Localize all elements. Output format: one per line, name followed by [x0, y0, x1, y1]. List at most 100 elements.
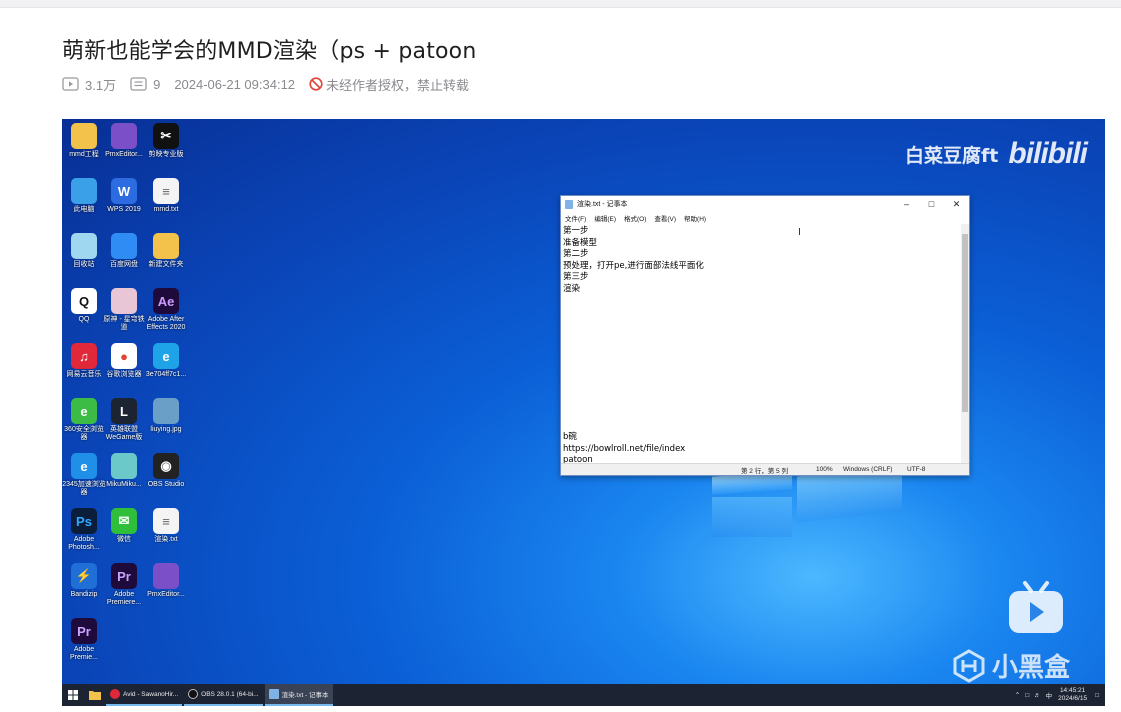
network-icon[interactable]: □ — [1025, 692, 1029, 699]
netease-music-icon: ♫ — [71, 343, 97, 369]
notepad-titlebar[interactable]: 渲染.txt - 记事本 – □ ✕ — [561, 196, 969, 212]
blank-space — [563, 295, 961, 432]
desktop-icon[interactable]: ⚡ Bandizip — [62, 563, 106, 599]
windows-taskbar: Avid - SawanoHir... OBS 28.0.1 (64-bi...… — [62, 684, 1105, 706]
desktop-icon-label: 英雄联盟WeGame版 — [105, 426, 143, 441]
desktop-icon[interactable]: ✉ 微信 — [102, 508, 146, 544]
text-cursor-icon: I — [798, 227, 801, 238]
desktop-icon[interactable]: ● 谷歌浏览器 — [102, 343, 146, 379]
desktop-icon-label: 微信 — [117, 536, 131, 543]
desktop-icon[interactable]: Pr Adobe Premiere... — [102, 563, 146, 607]
desktop-icon[interactable]: ✂ 剪映专业版 — [144, 123, 188, 159]
maximize-icon[interactable]: □ — [919, 199, 944, 210]
uploader-name: 白菜豆腐ft — [904, 144, 999, 167]
text-line: 渲染 — [563, 283, 581, 294]
desktop-icon[interactable]: Ps Adobe Photosh... — [62, 508, 106, 552]
wallpaper-light — [712, 497, 792, 537]
ime-indicator[interactable]: 中 — [1046, 690, 1053, 700]
scrollbar-thumb[interactable] — [962, 234, 968, 412]
desktop-icon[interactable]: 新建文件夹 — [144, 233, 188, 269]
play-button-icon[interactable] — [1007, 579, 1065, 635]
computer-icon — [71, 178, 97, 204]
desktop-icon[interactable]: e 360安全浏览器 — [62, 398, 106, 442]
taskbar-item-obs[interactable]: OBS 28.0.1 (64-bi... — [184, 684, 263, 706]
desktop-icon[interactable]: PmxEditor... — [102, 123, 146, 159]
menu-view[interactable]: 查看(V) — [654, 213, 676, 223]
qq-icon: Q — [71, 288, 97, 314]
taskbar-item-notepad[interactable]: 渲染.txt - 记事本 — [264, 684, 333, 706]
notepad-title: 渲染.txt - 记事本 — [577, 201, 628, 208]
desktop-icon[interactable]: ♫ 网易云音乐 — [62, 343, 106, 379]
desktop-icon-label: MikuMiku... — [106, 481, 142, 488]
video-frame[interactable]: mmd工程 PmxEditor... ✂ 剪映专业版 此电脑 W WPS 2019 ≡ mmd.… — [62, 119, 1105, 706]
photoshop-icon: Ps — [71, 508, 97, 534]
comments-stat[interactable]: 9 — [130, 77, 160, 92]
desktop-icon-label: Adobe Premiere... — [106, 591, 142, 606]
desktop-icon[interactable]: Q QQ — [62, 288, 106, 324]
desktop-icon-label: 渲染.txt — [154, 536, 178, 543]
desktop-icon[interactable]: e 2345加速浏览器 — [62, 453, 106, 497]
status-encoding: UTF-8 — [907, 466, 926, 473]
text-line: 预处理，打开pe,进行面部法线平面化 — [563, 260, 704, 271]
text-line: 准备模型 — [563, 237, 598, 248]
desktop-icon[interactable]: liuying.jpg — [144, 398, 188, 434]
windows-logo-icon — [68, 690, 78, 700]
menu-format[interactable]: 格式(O) — [624, 213, 646, 223]
prohibited-icon — [309, 77, 323, 91]
close-icon[interactable]: ✕ — [944, 199, 969, 210]
publish-datetime: 2024-06-21 09:34:12 — [174, 76, 296, 92]
article-title: 萌新也能学会的MMD渲染（ps + patoon — [62, 39, 477, 64]
taskbar-item-avid[interactable]: Avid - SawanoHir... — [106, 684, 183, 706]
folder-icon — [153, 233, 179, 259]
desktop-icon-label: 360安全浏览器 — [64, 426, 104, 441]
desktop-icon-label: liuying.jpg — [150, 426, 182, 433]
desktop-icon[interactable]: Pr Adobe Premie... — [62, 618, 106, 662]
menu-help[interactable]: 帮助(H) — [684, 213, 706, 223]
desktop-icon[interactable]: 回收站 — [62, 233, 106, 269]
pmx-icon — [111, 123, 137, 149]
desktop-icon[interactable]: PmxEditor... — [144, 563, 188, 599]
notepad-window[interactable]: 渲染.txt - 记事本 – □ ✕ 文件(F) 编辑(E) 格式(O) 查看(… — [560, 195, 970, 476]
minimize-icon[interactable]: – — [894, 199, 919, 210]
recycle-bin-icon — [71, 233, 97, 259]
text-line: https://bowlroll.net/file/index — [563, 443, 686, 454]
volume-icon[interactable]: ♬ — [1034, 692, 1041, 699]
chevron-up-icon[interactable]: ⌃ — [1015, 691, 1020, 699]
copyright-text: 未经作者授权，禁止转载 — [326, 77, 470, 93]
notification-icon[interactable]: □ — [1095, 692, 1099, 699]
desktop-icon[interactable]: 百度网盘 — [102, 233, 146, 269]
heybox-text: 小黑盒 — [992, 653, 1071, 683]
desktop-icon[interactable]: mmd工程 — [62, 123, 106, 159]
capcut-icon: ✂ — [153, 123, 179, 149]
desktop-icon-label: 新建文件夹 — [148, 261, 184, 268]
menu-edit[interactable]: 编辑(E) — [594, 213, 616, 223]
desktop-icon[interactable]: e 3e704ff7c1... — [144, 343, 188, 379]
desktop-icon[interactable]: ≡ mmd.txt — [144, 178, 188, 214]
desktop-icon-label: Adobe After Effects 2020 — [146, 316, 186, 331]
article-meta: 3.1万 9 2024-06-21 09:34:12 未经作者授权，禁止转载 — [62, 74, 483, 94]
desktop-icon[interactable]: Ae Adobe After Effects 2020 — [144, 288, 188, 332]
desktop-icon[interactable]: W WPS 2019 — [102, 178, 146, 214]
desktop-icon-label: mmd工程 — [69, 151, 99, 158]
notepad-text-area[interactable]: 第一步 准备模型 第二步 预处理，打开pe,进行面部法线平面化 第三步 渲染 b… — [561, 224, 963, 465]
pmx-icon — [153, 563, 179, 589]
desktop-icon[interactable]: ≡ 渲染.txt — [144, 508, 188, 544]
play-count-icon — [62, 77, 79, 91]
file-explorer-button[interactable] — [84, 684, 106, 706]
views-stat: 3.1万 — [62, 75, 116, 94]
clock-date: 2024/6/15 — [1058, 695, 1088, 702]
desktop-icon[interactable]: 此电脑 — [62, 178, 106, 214]
desktop-icon[interactable]: MikuMiku... — [102, 453, 146, 489]
obs-icon: ◉ — [153, 453, 179, 479]
start-button[interactable] — [62, 684, 84, 706]
desktop-icon-label: 此电脑 — [73, 206, 95, 213]
menu-file[interactable]: 文件(F) — [565, 213, 586, 223]
clock[interactable]: 14:45:21 2024/6/15 — [1058, 687, 1087, 703]
desktop-icon[interactable]: ◉ OBS Studio — [144, 453, 188, 489]
taskbar-item-label: OBS 28.0.1 (64-bi... — [201, 690, 259, 698]
desktop-icon-label: PmxEditor... — [105, 151, 143, 158]
vertical-scrollbar[interactable] — [961, 224, 969, 465]
desktop-icon[interactable]: L 英雄联盟WeGame版 — [102, 398, 146, 442]
status-zoom: 100% — [816, 466, 833, 473]
desktop-icon[interactable]: 原神 - 星穹铁道 — [102, 288, 146, 332]
